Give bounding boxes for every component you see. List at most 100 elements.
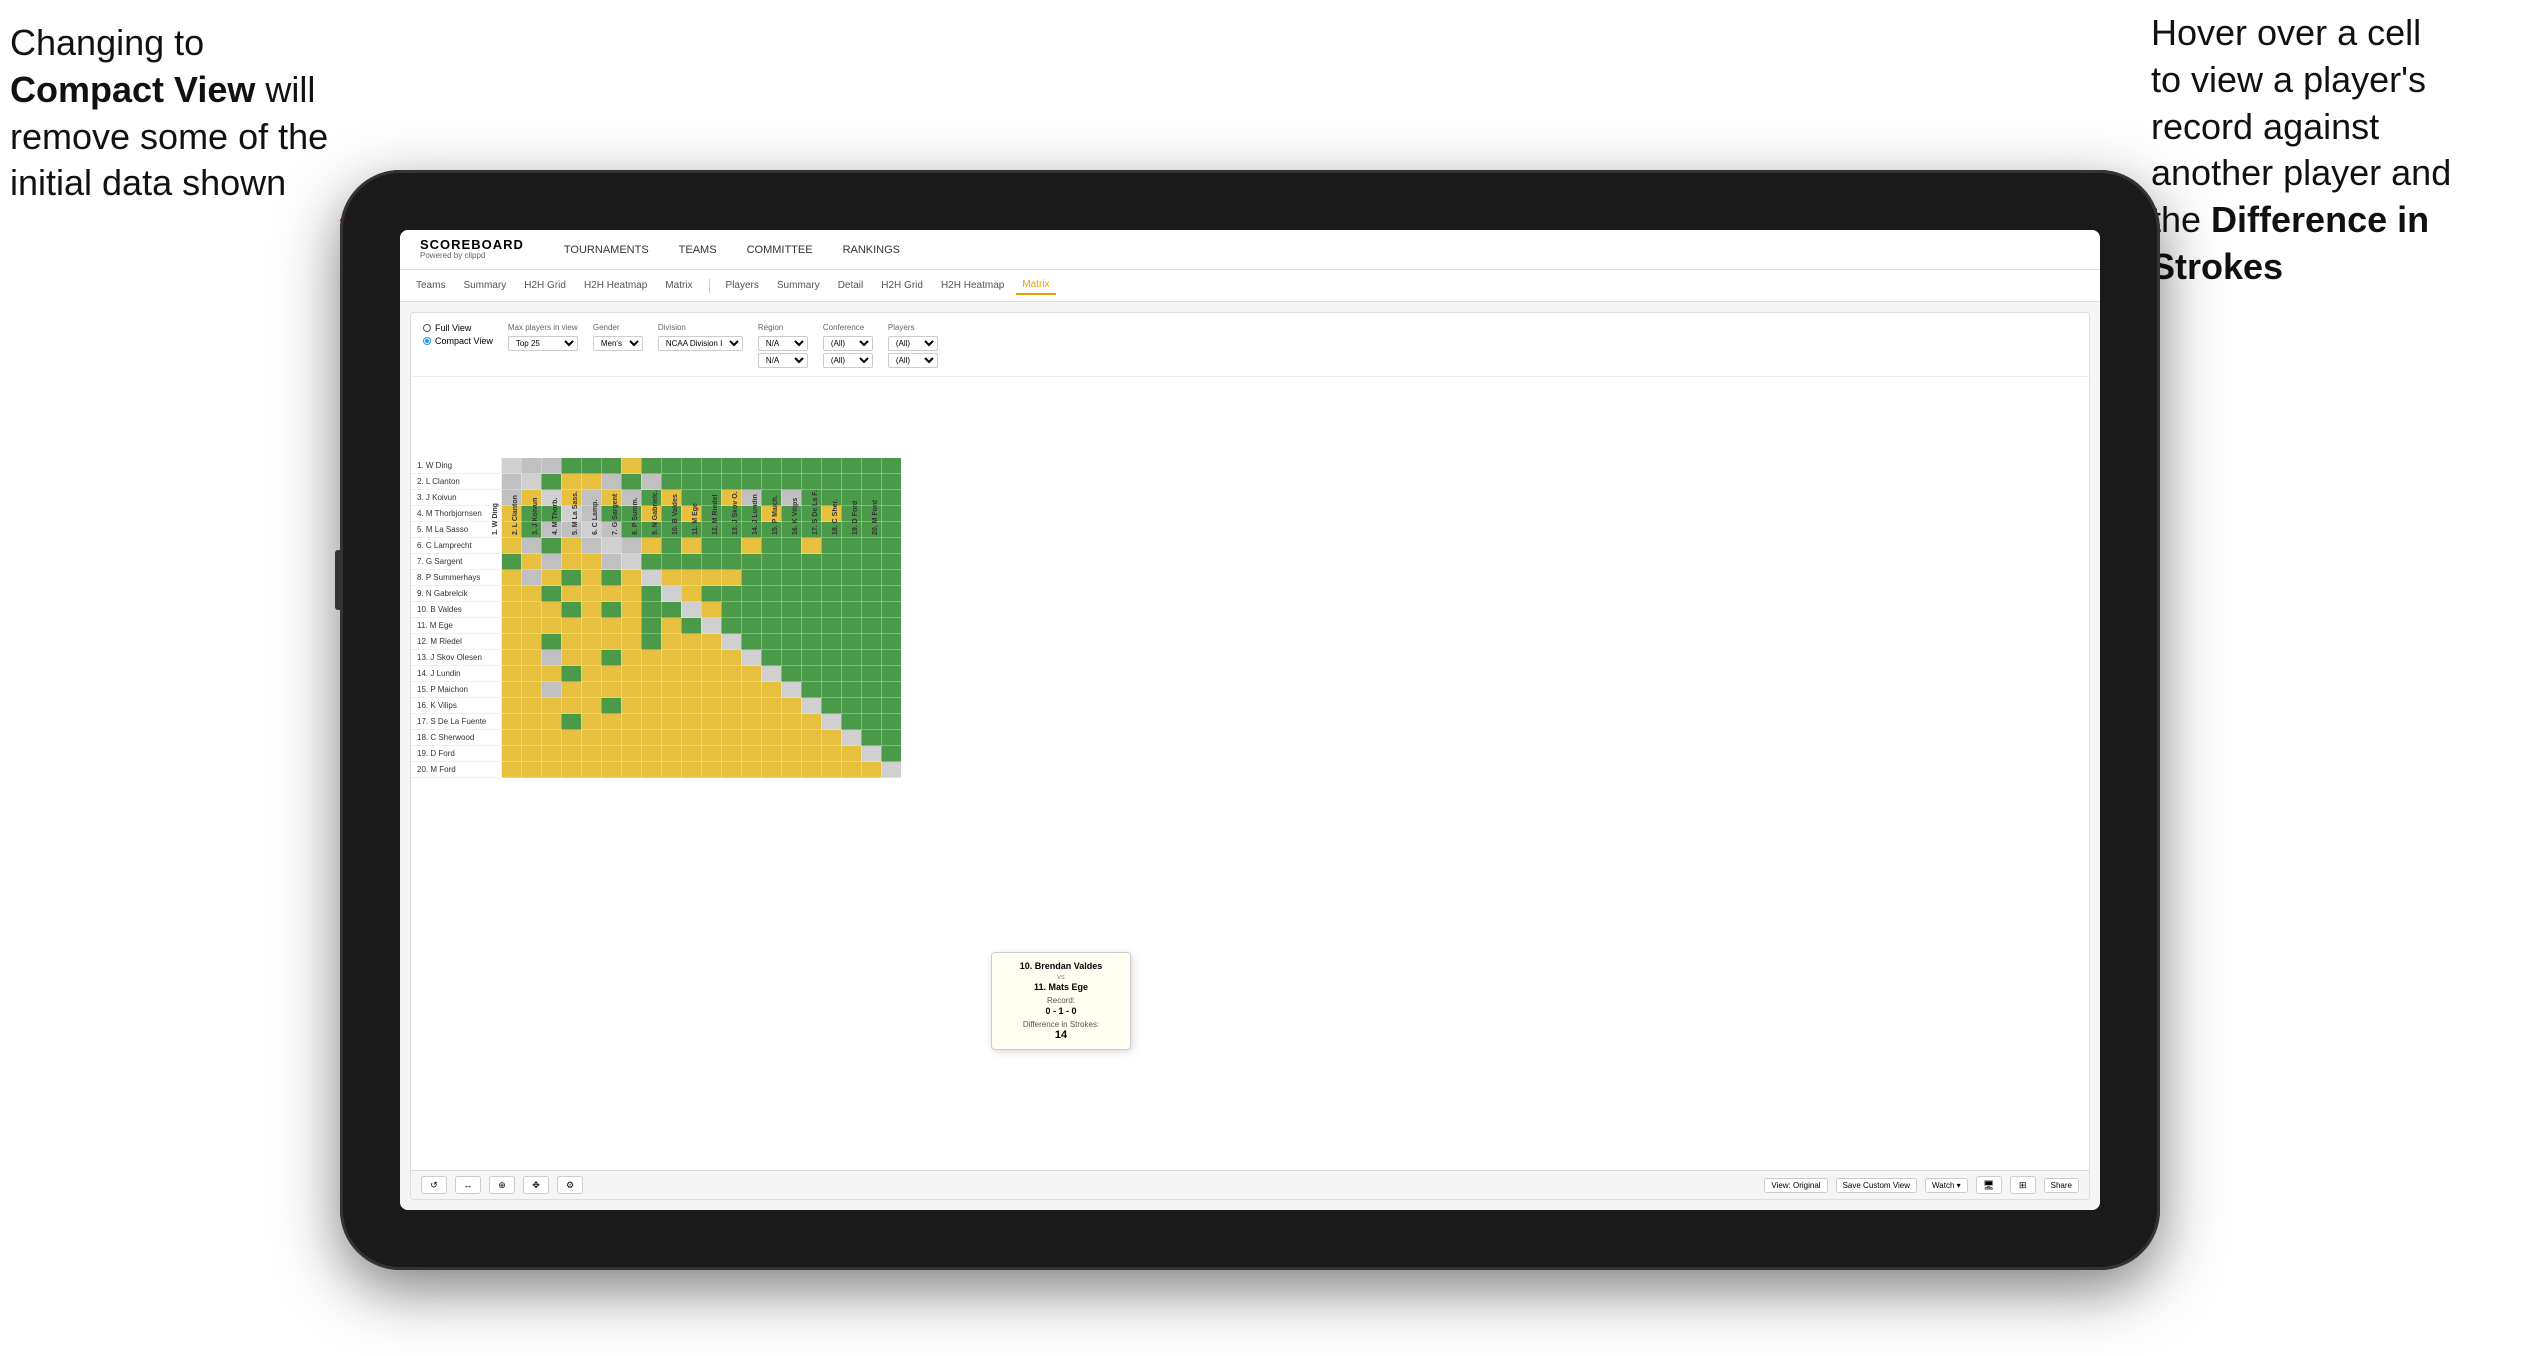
subnav-h2h-heatmap1[interactable]: H2H Heatmap	[578, 277, 653, 294]
matrix-cell[interactable]	[881, 554, 901, 570]
zoom-button[interactable]: ⊕	[489, 1176, 515, 1194]
matrix-cell[interactable]	[521, 602, 541, 618]
matrix-cell[interactable]	[741, 730, 761, 746]
matrix-cell[interactable]	[721, 650, 741, 666]
matrix-cell[interactable]	[781, 554, 801, 570]
matrix-cell[interactable]	[641, 602, 661, 618]
matrix-cell[interactable]	[621, 650, 641, 666]
matrix-cell[interactable]	[881, 538, 901, 554]
matrix-cell[interactable]	[821, 586, 841, 602]
matrix-cell[interactable]	[801, 586, 821, 602]
matrix-cell[interactable]	[641, 634, 661, 650]
matrix-cell[interactable]	[581, 666, 601, 682]
matrix-cell[interactable]	[721, 682, 741, 698]
matrix-cell[interactable]	[721, 586, 741, 602]
matrix-cell[interactable]	[621, 538, 641, 554]
matrix-cell[interactable]	[861, 730, 881, 746]
matrix-cell[interactable]	[521, 714, 541, 730]
matrix-cell[interactable]	[621, 682, 641, 698]
matrix-cell[interactable]	[601, 554, 621, 570]
matrix-cell[interactable]	[701, 698, 721, 714]
compact-view-option[interactable]: Compact View	[423, 336, 493, 346]
players-select1[interactable]: (All)	[888, 336, 938, 351]
matrix-cell[interactable]	[501, 682, 521, 698]
matrix-cell[interactable]	[601, 650, 621, 666]
matrix-cell[interactable]	[681, 746, 701, 762]
matrix-cell[interactable]	[701, 602, 721, 618]
matrix-cell[interactable]	[581, 714, 601, 730]
matrix-cell[interactable]	[821, 682, 841, 698]
nav-rankings[interactable]: RANKINGS	[843, 244, 900, 256]
matrix-cell[interactable]	[821, 538, 841, 554]
matrix-cell[interactable]	[821, 618, 841, 634]
matrix-cell[interactable]	[581, 538, 601, 554]
nav-teams[interactable]: TEAMS	[679, 244, 717, 256]
matrix-cell[interactable]	[861, 650, 881, 666]
matrix-cell[interactable]	[801, 570, 821, 586]
matrix-cell[interactable]	[641, 538, 661, 554]
matrix-cell[interactable]	[861, 554, 881, 570]
matrix-cell[interactable]	[621, 698, 641, 714]
matrix-cell[interactable]	[781, 746, 801, 762]
full-view-radio[interactable]	[423, 324, 431, 332]
matrix-cell[interactable]	[841, 682, 861, 698]
matrix-cell[interactable]	[581, 746, 601, 762]
matrix-cell[interactable]	[521, 554, 541, 570]
matrix-cell[interactable]	[661, 746, 681, 762]
matrix-cell[interactable]	[781, 698, 801, 714]
matrix-cell[interactable]	[561, 746, 581, 762]
matrix-cell[interactable]	[581, 698, 601, 714]
matrix-cell[interactable]	[561, 570, 581, 586]
matrix-cell[interactable]	[841, 538, 861, 554]
matrix-cell[interactable]	[741, 650, 761, 666]
matrix-cell[interactable]	[641, 698, 661, 714]
matrix-cell[interactable]	[861, 618, 881, 634]
matrix-cell[interactable]	[541, 570, 561, 586]
matrix-cell[interactable]	[641, 746, 661, 762]
matrix-cell[interactable]	[761, 762, 781, 778]
matrix-cell[interactable]	[821, 666, 841, 682]
matrix-cell[interactable]	[721, 602, 741, 618]
matrix-cell[interactable]	[681, 586, 701, 602]
matrix-cell[interactable]	[521, 538, 541, 554]
matrix-cell[interactable]	[741, 554, 761, 570]
matrix-cell[interactable]	[701, 650, 721, 666]
matrix-cell[interactable]	[861, 682, 881, 698]
matrix-cell[interactable]	[501, 698, 521, 714]
matrix-cell[interactable]	[721, 618, 741, 634]
matrix-cell[interactable]	[681, 730, 701, 746]
matrix-cell[interactable]	[561, 554, 581, 570]
matrix-cell[interactable]	[801, 682, 821, 698]
matrix-cell[interactable]	[661, 714, 681, 730]
matrix-cell[interactable]	[881, 458, 901, 474]
matrix-cell[interactable]	[541, 762, 561, 778]
matrix-cell[interactable]	[841, 762, 861, 778]
matrix-cell[interactable]	[801, 538, 821, 554]
region-select1[interactable]: N/A	[758, 336, 808, 351]
region-select2[interactable]: N/A	[758, 353, 808, 368]
subnav-teams[interactable]: Teams	[410, 277, 451, 294]
matrix-cell[interactable]	[501, 570, 521, 586]
matrix-cell[interactable]	[881, 474, 901, 490]
matrix-cell[interactable]	[661, 730, 681, 746]
matrix-cell[interactable]	[501, 746, 521, 762]
matrix-cell[interactable]	[581, 682, 601, 698]
matrix-cell[interactable]	[741, 666, 761, 682]
matrix-cell[interactable]	[841, 570, 861, 586]
matrix-cell[interactable]	[681, 650, 701, 666]
save-custom-button[interactable]: Save Custom View	[1836, 1178, 1917, 1193]
matrix-cell[interactable]	[881, 506, 901, 522]
matrix-cell[interactable]	[561, 618, 581, 634]
matrix-cell[interactable]	[581, 586, 601, 602]
matrix-cell[interactable]	[521, 698, 541, 714]
matrix-cell[interactable]	[681, 634, 701, 650]
matrix-cell[interactable]	[601, 682, 621, 698]
matrix-cell[interactable]	[801, 762, 821, 778]
matrix-cell[interactable]	[721, 746, 741, 762]
matrix-cell[interactable]	[661, 586, 681, 602]
matrix-cell[interactable]	[521, 586, 541, 602]
matrix-cell[interactable]	[561, 762, 581, 778]
matrix-cell[interactable]	[761, 554, 781, 570]
matrix-cell[interactable]	[501, 634, 521, 650]
matrix-cell[interactable]	[641, 730, 661, 746]
